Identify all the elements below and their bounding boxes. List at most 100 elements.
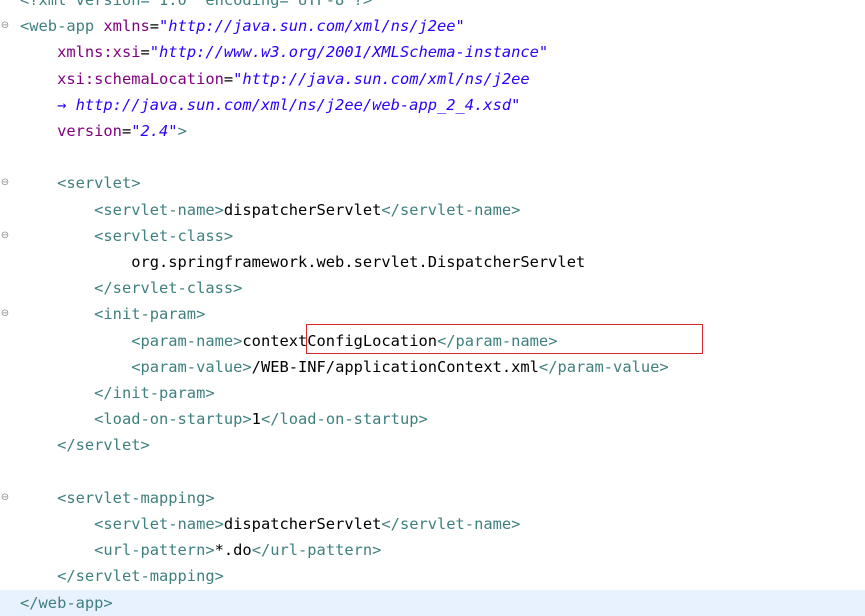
code-token-txt: = bbox=[223, 69, 234, 88]
code-line[interactable]: org.springframework.web.servlet.Dispatch… bbox=[0, 249, 865, 275]
code-token-pi: <?xml version="1.0" encoding="UTF-8"?> bbox=[20, 0, 373, 9]
code-line[interactable]: <servlet-name>dispatcherServlet</servlet… bbox=[0, 197, 865, 223]
code-token-tag: <param-name> bbox=[131, 331, 243, 350]
code-token-tag: </servlet-class> bbox=[94, 279, 243, 298]
code-token-tag: </web-app> bbox=[20, 593, 113, 612]
code-text: version="2.4"> bbox=[20, 118, 187, 144]
code-token-tag: <servlet-class> bbox=[94, 226, 234, 245]
code-token-tag: <param-value> bbox=[131, 357, 252, 376]
code-token-tag: <servlet> bbox=[57, 174, 141, 193]
code-line[interactable]: version="2.4"> bbox=[0, 118, 865, 144]
code-token-attr: xmlns bbox=[103, 17, 150, 36]
code-line[interactable]: <param-name>contextConfigLocation</param… bbox=[0, 328, 865, 354]
code-text: <param-value>/WEB-INF/applicationContext… bbox=[20, 354, 669, 380]
code-line[interactable]: </web-app> bbox=[0, 589, 865, 616]
code-text: </web-app> bbox=[20, 590, 113, 616]
code-line[interactable]: <servlet-name>dispatcherServlet</servlet… bbox=[0, 511, 865, 537]
code-line[interactable]: <param-value>/WEB-INF/applicationContext… bbox=[0, 354, 865, 380]
code-text: <load-on-startup>1</load-on-startup> bbox=[20, 406, 428, 432]
code-token-txt: *.do bbox=[214, 541, 252, 560]
code-text: <?xml version="1.0" encoding="UTF-8"?> bbox=[20, 0, 372, 13]
code-line[interactable]: </init-param> bbox=[0, 380, 865, 406]
code-token-tag: </init-param> bbox=[94, 384, 215, 402]
code-token-tag: </servlet-name> bbox=[381, 200, 521, 219]
code-text: <servlet-mapping> bbox=[20, 485, 215, 511]
code-token-tag: </servlet-name> bbox=[381, 515, 521, 533]
code-text: <param-name>contextConfigLocation</param… bbox=[20, 328, 557, 354]
code-text: <web-app xmlns="http://java.sun.com/xml/… bbox=[20, 13, 465, 39]
code-text: </init-param> bbox=[20, 380, 215, 406]
code-line[interactable]: <url-pattern>*.do</url-pattern> bbox=[0, 537, 865, 563]
code-text: <servlet-name>dispatcherServlet</servlet… bbox=[20, 511, 520, 537]
code-line[interactable]: </servlet-mapping> bbox=[0, 563, 865, 589]
code-token-txt: = bbox=[149, 17, 160, 36]
fold-toggle-icon[interactable]: ⊖ bbox=[0, 223, 10, 249]
code-text: <servlet-class> bbox=[20, 223, 233, 249]
code-token-txt: dispatcherServlet bbox=[223, 515, 382, 533]
code-line[interactable]: <?xml version="1.0" encoding="UTF-8"?> bbox=[0, 0, 865, 13]
code-token-txt: contextConfigLocation bbox=[242, 331, 437, 350]
fold-toggle-icon[interactable]: ⊖ bbox=[0, 301, 10, 327]
code-token-val: "http://java.sun.com/xml/ns/j2ee" bbox=[159, 17, 465, 36]
code-token-tag: <web-app bbox=[20, 17, 104, 36]
code-token-attr: version bbox=[57, 122, 122, 140]
code-token-txt: 1 bbox=[251, 410, 261, 429]
code-text: <url-pattern>*.do</url-pattern> bbox=[20, 537, 381, 563]
code-token-txt: = bbox=[140, 43, 150, 62]
code-text: → http://java.sun.com/xml/ns/j2ee/web-ap… bbox=[20, 92, 520, 118]
code-token-tag: <servlet-name> bbox=[94, 515, 224, 533]
code-token-tag: </servlet-mapping> bbox=[57, 567, 224, 586]
code-text: </servlet-class> bbox=[20, 275, 242, 301]
code-text: xsi:schemaLocation="http://java.sun.com/… bbox=[20, 66, 530, 92]
code-line[interactable] bbox=[0, 144, 865, 170]
code-line[interactable] bbox=[0, 459, 865, 485]
code-line[interactable]: ⊖ <servlet> bbox=[0, 170, 865, 196]
code-line[interactable]: ⊖ <web-app xmlns="http://java.sun.com/xml… bbox=[0, 13, 865, 39]
code-line[interactable]: </servlet> bbox=[0, 432, 865, 458]
code-line[interactable]: → http://java.sun.com/xml/ns/j2ee/web-ap… bbox=[0, 92, 865, 118]
code-line[interactable]: xmlns:xsi="http://www.w3.org/2001/XMLSch… bbox=[0, 39, 865, 65]
xml-editor[interactable]: </web-app> </servlet-mapping> <url-patte… bbox=[0, 0, 865, 616]
code-token-attr: xmlns:xsi bbox=[57, 43, 141, 62]
code-token-tag: </param-value> bbox=[538, 357, 669, 376]
code-text: org.springframework.web.servlet.Dispatch… bbox=[20, 249, 585, 275]
code-token-val: "http://www.w3.org/2001/XMLSchema-instan… bbox=[149, 43, 549, 62]
code-token-tag: > bbox=[177, 122, 187, 140]
code-token-val: → http://java.sun.com/xml/ns/j2ee/web-ap… bbox=[57, 95, 521, 114]
code-line[interactable]: ⊖ <servlet-class> bbox=[0, 223, 865, 249]
code-token-tag: <init-param> bbox=[94, 305, 206, 324]
code-line[interactable]: </servlet-class> bbox=[0, 275, 865, 301]
fold-toggle-icon[interactable]: ⊖ bbox=[0, 13, 10, 39]
code-token-val: "http://java.sun.com/xml/ns/j2ee bbox=[233, 69, 530, 88]
code-line[interactable]: xsi:schemaLocation="http://java.sun.com/… bbox=[0, 66, 865, 92]
code-token-tag: <load-on-startup> bbox=[94, 410, 252, 429]
code-token-txt: dispatcherServlet bbox=[223, 200, 382, 219]
code-line[interactable]: <load-on-startup>1</load-on-startup> bbox=[0, 406, 865, 432]
code-token-tag: <url-pattern> bbox=[94, 541, 215, 560]
code-token-tag: </load-on-startup> bbox=[260, 410, 428, 429]
fold-toggle-icon[interactable]: ⊖ bbox=[0, 485, 10, 511]
code-line[interactable]: ⊖ <init-param> bbox=[0, 301, 865, 327]
code-token-attr: xsi:schemaLocation bbox=[57, 69, 224, 88]
code-line[interactable]: ⊖ <servlet-mapping> bbox=[0, 485, 865, 511]
code-token-tag: </param-name> bbox=[437, 331, 558, 350]
code-token-txt: /WEB-INF/applicationContext.xml bbox=[251, 357, 539, 376]
code-token-txt: = bbox=[121, 122, 132, 140]
fold-toggle-icon[interactable]: ⊖ bbox=[0, 170, 10, 196]
